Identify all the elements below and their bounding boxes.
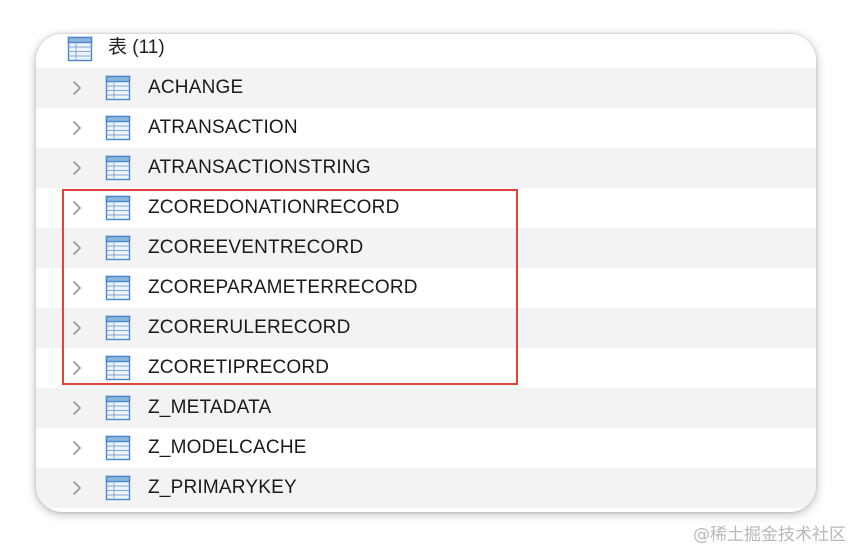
table-list-panel: 表 (11) ACHANGE ATRANSACTION ATRANSACTION… bbox=[36, 34, 816, 512]
chevron-right-icon[interactable] bbox=[69, 120, 85, 136]
table-icon bbox=[105, 195, 131, 226]
table-row-zcoreparameterrecord[interactable]: ZCOREPARAMETERRECORD bbox=[36, 268, 816, 308]
table-row-zcoreeventrecord[interactable]: ZCOREEVENTRECORD bbox=[36, 228, 816, 268]
table-icon bbox=[105, 75, 131, 106]
table-icon bbox=[67, 36, 93, 67]
table-icon bbox=[105, 435, 131, 466]
chevron-right-icon[interactable] bbox=[69, 240, 85, 256]
table-name: Z_MODELCACHE bbox=[148, 437, 307, 458]
chevron-right-icon[interactable] bbox=[69, 360, 85, 376]
table-row-z_primarykey[interactable]: Z_PRIMARYKEY bbox=[36, 468, 816, 508]
section-title: 表 (11) bbox=[108, 37, 165, 58]
watermark: @稀土掘金技术社区 bbox=[693, 525, 846, 545]
chevron-right-icon[interactable] bbox=[69, 160, 85, 176]
table-icon bbox=[105, 475, 131, 506]
table-row-atransaction[interactable]: ATRANSACTION bbox=[36, 108, 816, 148]
table-name: ACHANGE bbox=[148, 77, 244, 98]
table-name: ATRANSACTION bbox=[148, 117, 298, 138]
table-icon bbox=[105, 395, 131, 426]
table-row-atransactionstring[interactable]: ATRANSACTIONSTRING bbox=[36, 148, 816, 188]
table-rows: ACHANGE ATRANSACTION ATRANSACTIONSTRING … bbox=[36, 68, 816, 508]
table-name: ZCOREDONATIONRECORD bbox=[148, 197, 400, 218]
chevron-right-icon[interactable] bbox=[69, 440, 85, 456]
table-icon bbox=[105, 275, 131, 306]
table-icon bbox=[105, 115, 131, 146]
chevron-right-icon[interactable] bbox=[69, 200, 85, 216]
table-icon bbox=[105, 235, 131, 266]
table-name: Z_METADATA bbox=[148, 397, 272, 418]
chevron-right-icon[interactable] bbox=[69, 480, 85, 496]
table-name: ZCOREEVENTRECORD bbox=[148, 237, 364, 258]
table-row-z_metadata[interactable]: Z_METADATA bbox=[36, 388, 816, 428]
table-name: Z_PRIMARYKEY bbox=[148, 477, 297, 498]
chevron-right-icon[interactable] bbox=[69, 400, 85, 416]
chevron-right-icon[interactable] bbox=[69, 320, 85, 336]
table-name: ZCOREPARAMETERRECORD bbox=[148, 277, 418, 298]
table-name: ATRANSACTIONSTRING bbox=[148, 157, 371, 178]
chevron-right-icon[interactable] bbox=[69, 280, 85, 296]
table-name: ZCORERULERECORD bbox=[148, 317, 351, 338]
table-name: ZCORETIPRECORD bbox=[148, 357, 330, 378]
table-row-z_modelcache[interactable]: Z_MODELCACHE bbox=[36, 428, 816, 468]
tables-section-header[interactable]: 表 (11) bbox=[36, 34, 816, 68]
table-icon bbox=[105, 155, 131, 186]
table-row-zcoredonationrecord[interactable]: ZCOREDONATIONRECORD bbox=[36, 188, 816, 228]
table-row-achange[interactable]: ACHANGE bbox=[36, 68, 816, 108]
table-icon bbox=[105, 355, 131, 386]
table-row-zcoretiprecord[interactable]: ZCORETIPRECORD bbox=[36, 348, 816, 388]
table-icon bbox=[105, 315, 131, 346]
table-row-zcorerulerecord[interactable]: ZCORERULERECORD bbox=[36, 308, 816, 348]
chevron-right-icon[interactable] bbox=[69, 80, 85, 96]
